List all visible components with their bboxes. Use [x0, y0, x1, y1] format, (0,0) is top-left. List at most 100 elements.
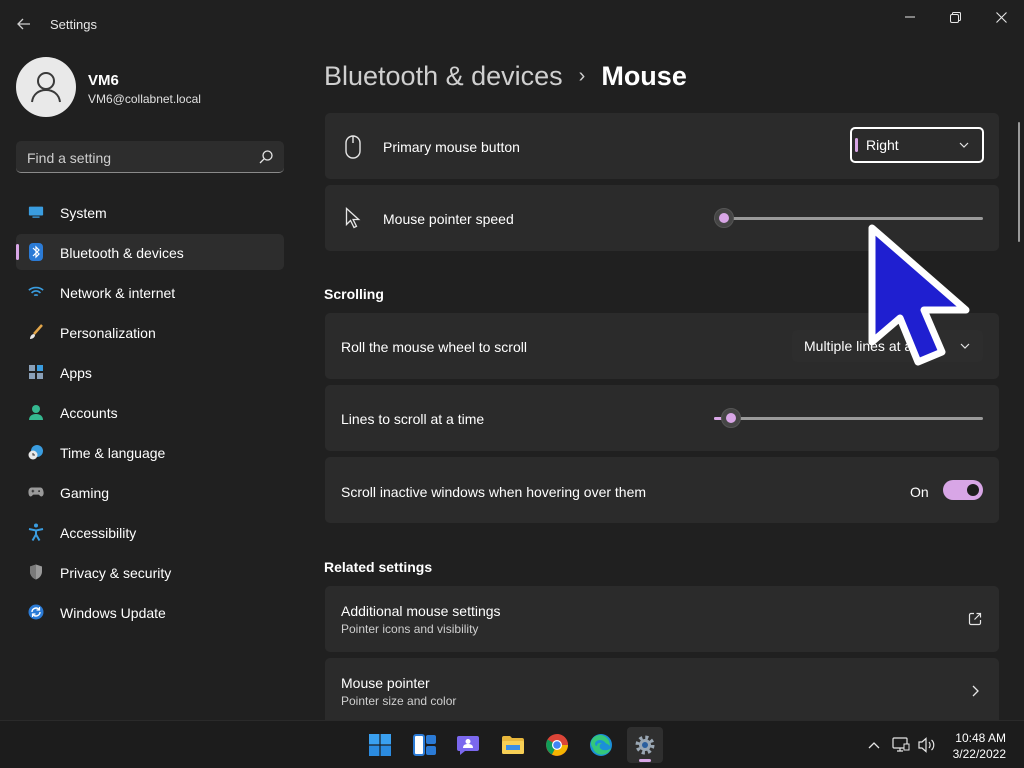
sidebar-item-bluetooth-devices[interactable]: Bluetooth & devices — [16, 234, 284, 270]
sidebar-item-network[interactable]: Network & internet — [16, 274, 284, 310]
apps-icon — [28, 364, 44, 380]
slider-thumb[interactable] — [714, 208, 734, 228]
shield-icon — [28, 564, 44, 580]
clock-globe-icon — [28, 444, 44, 460]
sidebar-item-label: Personalization — [60, 325, 156, 341]
chat-button[interactable] — [450, 727, 486, 763]
breadcrumb-parent[interactable]: Bluetooth & devices — [324, 61, 563, 92]
external-link-icon — [968, 612, 982, 626]
edge-icon — [590, 734, 612, 756]
bluetooth-icon — [28, 243, 44, 261]
breadcrumb: Bluetooth & devices › Mouse — [324, 58, 687, 94]
sidebar-item-label: Windows Update — [60, 605, 166, 621]
search-input[interactable]: Find a setting — [16, 141, 284, 173]
volume-tray-button[interactable] — [917, 735, 937, 755]
window-title: Settings — [50, 17, 97, 32]
sidebar-item-label: Gaming — [60, 485, 110, 501]
lines-to-scroll-slider[interactable] — [714, 408, 983, 428]
update-icon — [28, 604, 44, 620]
slider-track — [714, 417, 983, 420]
chevron-down-icon — [959, 142, 969, 148]
sidebar-item-label: Apps — [60, 365, 92, 381]
clock-date: 3/22/2022 — [952, 747, 1006, 761]
close-button[interactable] — [978, 6, 1024, 28]
sidebar-nav: System Bluetooth & devices Network & int… — [16, 194, 284, 634]
large-cursor-icon — [868, 224, 970, 366]
sidebar-item-time-language[interactable]: Time & language — [16, 434, 284, 470]
title-bar: Settings — [0, 0, 1024, 48]
additional-mouse-settings-card[interactable]: Additional mouse settings Pointer icons … — [325, 586, 999, 652]
chrome-icon — [546, 734, 568, 756]
file-explorer-button[interactable] — [495, 727, 531, 763]
chat-icon — [457, 736, 479, 755]
file-explorer-icon — [502, 736, 524, 754]
lines-to-scroll-card: Lines to scroll at a time — [325, 385, 999, 451]
additional-mouse-settings-sublabel: Pointer icons and visibility — [341, 622, 479, 636]
widgets-icon — [413, 734, 436, 756]
edge-button[interactable] — [583, 727, 619, 763]
sidebar-item-label: System — [60, 205, 107, 221]
search-icon — [259, 150, 273, 164]
sidebar-item-system[interactable]: System — [16, 194, 284, 230]
settings-icon — [635, 735, 655, 755]
sidebar-item-label: Bluetooth & devices — [60, 245, 184, 261]
network-tray-button[interactable] — [891, 735, 911, 755]
brush-icon — [28, 324, 44, 340]
chrome-button[interactable] — [539, 727, 575, 763]
back-button[interactable] — [10, 12, 38, 36]
scrolling-section-title: Scrolling — [324, 286, 384, 302]
sidebar-item-gaming[interactable]: Gaming — [16, 474, 284, 510]
maximize-button[interactable] — [932, 6, 978, 28]
back-arrow-icon — [17, 18, 30, 30]
primary-mouse-button-dropdown[interactable]: Right — [850, 127, 984, 163]
taskbar: 10:48 AM 3/22/2022 — [0, 720, 1024, 768]
sidebar-item-apps[interactable]: Apps — [16, 354, 284, 390]
minimize-button[interactable] — [887, 6, 933, 28]
roll-wheel-label: Roll the mouse wheel to scroll — [341, 339, 527, 355]
mouse-pointer-card[interactable]: Mouse pointer Pointer size and color — [325, 658, 999, 720]
system-icon — [28, 204, 44, 220]
sidebar-item-windows-update[interactable]: Windows Update — [16, 594, 284, 630]
accounts-icon — [28, 404, 44, 420]
mouse-pointer-label: Mouse pointer — [341, 675, 430, 691]
network-icon — [892, 737, 910, 752]
scrollbar[interactable] — [1018, 122, 1020, 242]
sidebar-item-accessibility[interactable]: Accessibility — [16, 514, 284, 550]
pointer-icon — [345, 207, 361, 229]
taskbar-clock[interactable]: 10:48 AM 3/22/2022 — [953, 730, 1006, 762]
mouse-pointer-sublabel: Pointer size and color — [341, 694, 457, 708]
toggle-state-label: On — [910, 484, 929, 500]
avatar[interactable] — [16, 57, 76, 117]
primary-mouse-button-label: Primary mouse button — [383, 139, 520, 155]
scroll-inactive-label: Scroll inactive windows when hovering ov… — [341, 484, 647, 500]
primary-mouse-button-card: Primary mouse button Right — [325, 113, 999, 179]
accessibility-icon — [28, 523, 44, 541]
minimize-icon — [905, 16, 915, 18]
sidebar-item-personalization[interactable]: Personalization — [16, 314, 284, 350]
close-icon — [995, 11, 1007, 23]
sidebar-item-label: Network & internet — [60, 285, 176, 301]
sidebar-item-privacy-security[interactable]: Privacy & security — [16, 554, 284, 590]
start-button[interactable] — [362, 727, 398, 763]
sidebar-item-accounts[interactable]: Accounts — [16, 394, 284, 430]
dropdown-value: Right — [866, 137, 899, 153]
sidebar-item-label: Time & language — [60, 445, 166, 461]
settings-taskbar-button[interactable] — [627, 727, 663, 763]
lines-to-scroll-label: Lines to scroll at a time — [341, 411, 485, 427]
page-title: Mouse — [601, 60, 687, 91]
sidebar-item-label: Accounts — [60, 405, 118, 421]
chevron-right-icon — [972, 685, 979, 697]
widgets-button[interactable] — [407, 727, 443, 763]
dropdown-focus-indicator — [855, 138, 858, 152]
slider-track — [714, 217, 983, 220]
restore-icon — [949, 11, 961, 23]
breadcrumb-separator: › — [578, 64, 586, 87]
additional-mouse-settings-label: Additional mouse settings — [341, 603, 501, 619]
start-icon — [369, 734, 391, 756]
sidebar-item-label: Privacy & security — [60, 565, 172, 581]
scroll-inactive-toggle[interactable] — [943, 480, 983, 500]
slider-thumb[interactable] — [721, 408, 741, 428]
mouse-icon — [345, 135, 361, 159]
tray-overflow-button[interactable] — [864, 735, 884, 755]
volume-icon — [918, 737, 935, 753]
